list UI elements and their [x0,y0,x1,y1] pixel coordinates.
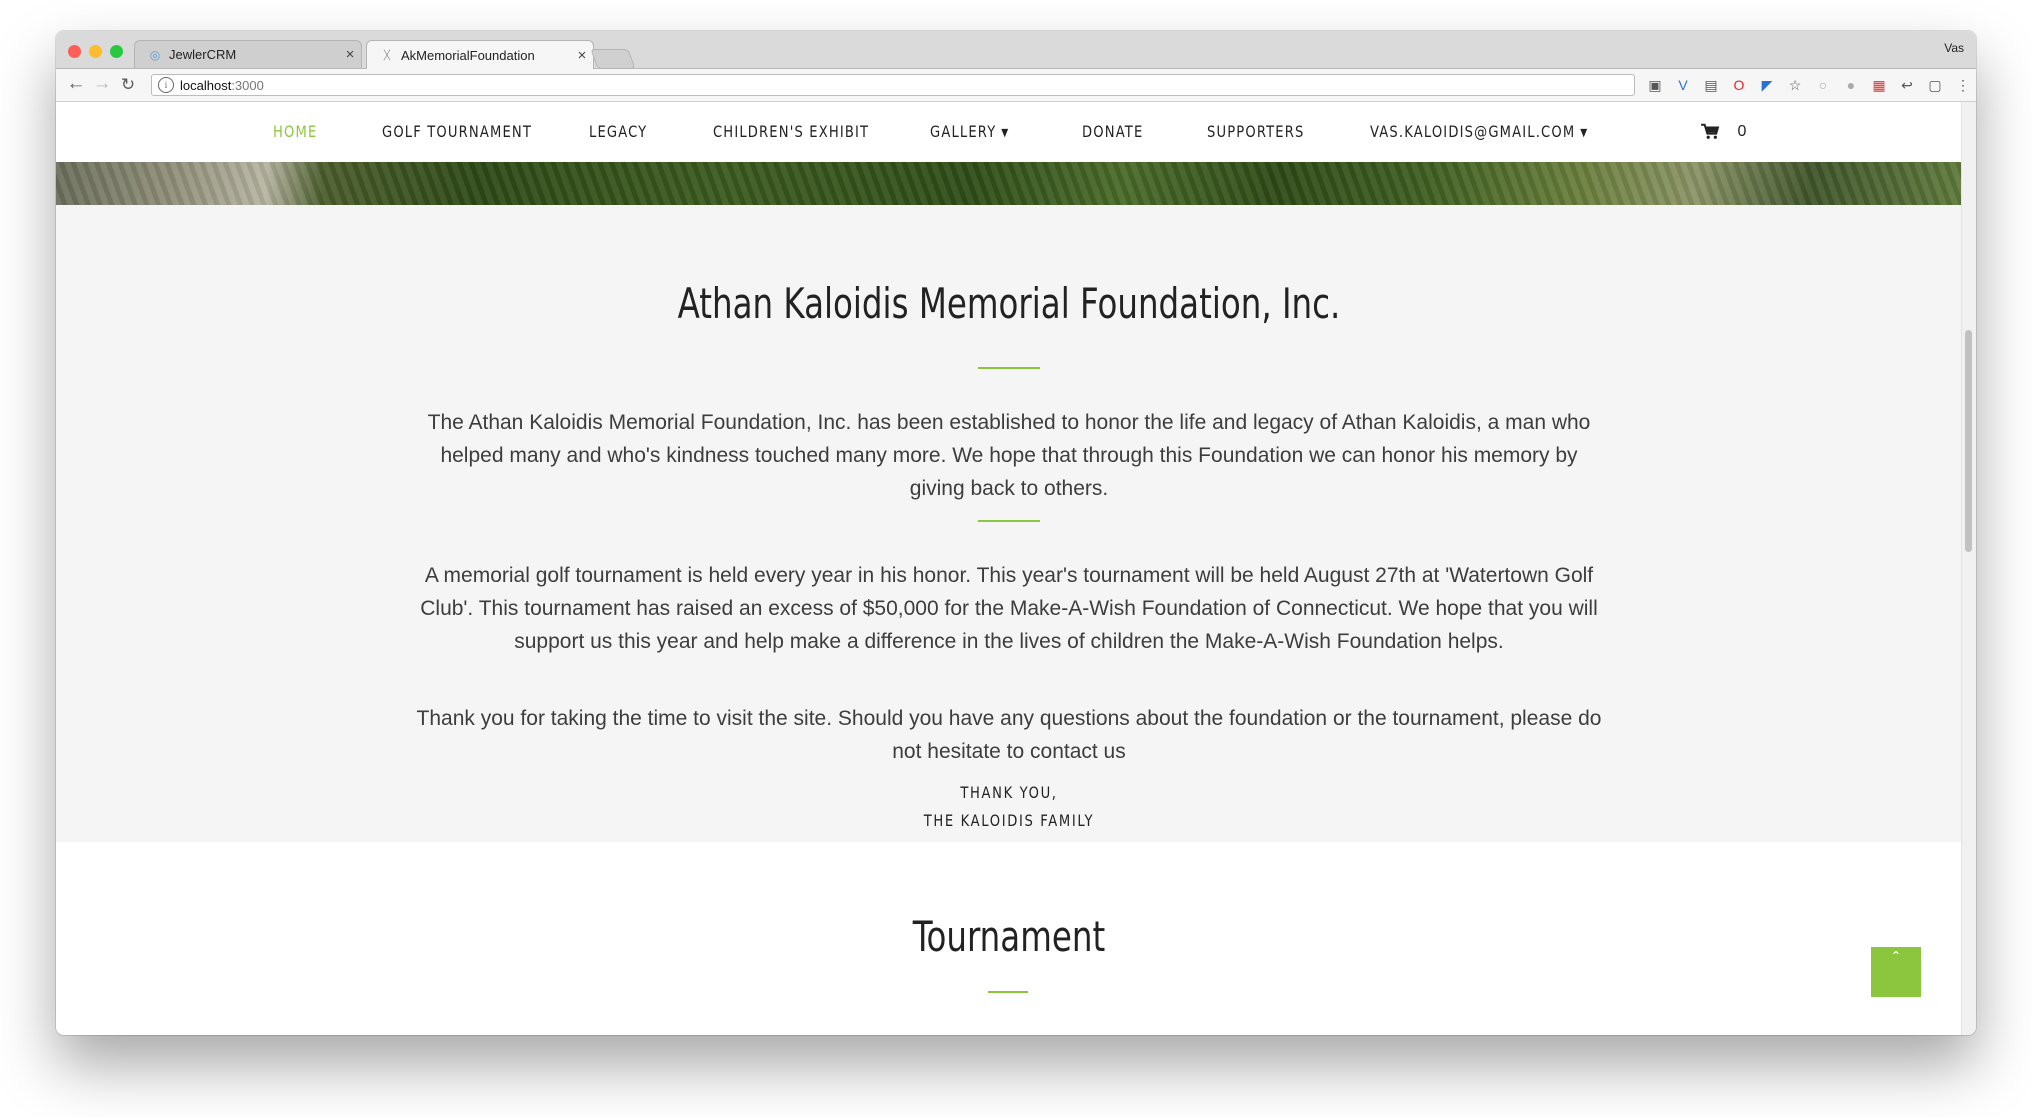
scrollbar-thumb[interactable] [1965,330,1972,552]
title-divider [978,367,1040,369]
nav-supporters[interactable]: SUPPORTERS [1207,102,1304,162]
chevron-up-icon: ˆ [1893,949,1899,969]
nav-donate[interactable]: DONATE [1082,102,1143,162]
cart-count: 0 [1737,123,1747,140]
browser-window: ◎ JewlerCRM × ᚷ AkMemorialFoundation × V… [56,31,1976,1035]
about-paragraph-2: A memorial golf tournament is held every… [420,564,1598,653]
cart-icon [1701,123,1720,139]
browser-toolbar: ← → ↻ i localhost :3000 ▣ V ▤ O ◤ ☆ ○ ● … [56,69,1976,102]
back-to-top-button[interactable]: ˆ [1871,947,1921,997]
window-controls [68,45,123,58]
about-paragraph-3: Thank you for taking the time to visit t… [416,707,1602,763]
vue-devtools-icon[interactable]: V [1674,76,1692,94]
nav-account-email: VAS.KALOIDIS@GMAIL.COM [1370,122,1576,141]
nav-legacy[interactable]: LEGACY [589,102,647,162]
minimize-window-button[interactable] [89,45,102,58]
web-page: HOME GOLF TOURNAMENT LEGACY CHILDREN'S E… [56,102,1962,1035]
paragraph-divider [978,520,1040,522]
section-title: Athan Kaloidis Memorial Foundation, Inc. [677,279,1341,328]
nav-home[interactable]: HOME [273,102,317,162]
address-host: localhost [180,77,232,93]
megaphone-icon[interactable]: ◤ [1758,76,1776,94]
chevron-down-icon: ▼ [1580,126,1589,139]
extension-icon[interactable]: ▣ [1646,76,1664,94]
profile-name[interactable]: Vas [1944,41,1964,55]
close-window-button[interactable] [68,45,81,58]
cart-button[interactable]: 0 [1699,102,1746,162]
about-section: Athan Kaloidis Memorial Foundation, Inc.… [56,205,1962,842]
reload-icon[interactable]: ↻ [116,75,140,95]
nav-golf-tournament[interactable]: GOLF TOURNAMENT [382,102,532,162]
site-navbar: HOME GOLF TOURNAMENT LEGACY CHILDREN'S E… [56,102,1962,162]
hero-image [56,162,1962,205]
reply-icon[interactable]: ↩ [1898,76,1916,94]
tab-title: AkMemorialFoundation [401,47,535,63]
opera-icon[interactable]: O [1730,76,1748,94]
extension-icon[interactable]: ▤ [1702,76,1720,94]
extensions-bar: ▣ V ▤ O ◤ ☆ ○ ● ▦ ↩ ▢ ⋮ [1646,76,1972,94]
about-paragraph-1: The Athan Kaloidis Memorial Foundation, … [427,411,1591,500]
back-arrow-icon[interactable]: ← [64,73,88,95]
info-icon[interactable]: i [158,77,174,93]
nav-account[interactable]: VAS.KALOIDIS@GMAIL.COM ▼ [1370,102,1588,162]
golf-icon: ᚷ [383,48,391,62]
bookmark-star-icon[interactable]: ☆ [1786,76,1804,94]
new-tab-button[interactable] [590,49,636,69]
globe-icon: ◎ [149,47,161,62]
circle-icon[interactable]: ○ [1814,76,1832,94]
menu-icon[interactable]: ⋮ [1954,76,1972,94]
close-tab-button[interactable]: × [571,47,593,64]
tab-akmemorialfoundation[interactable]: ᚷ AkMemorialFoundation × [366,40,594,69]
tournament-title: Tournament [912,912,1106,961]
tournament-divider [988,991,1028,993]
calendar-icon[interactable]: ▦ [1870,76,1888,94]
maximize-window-button[interactable] [110,45,123,58]
extension-icon[interactable]: ▢ [1926,76,1944,94]
signoff-line-1: THANK YOU, [960,783,1058,802]
address-bar[interactable]: i localhost :3000 [151,74,1635,96]
forward-arrow-icon[interactable]: → [90,73,114,95]
nav-childrens-exhibit[interactable]: CHILDREN'S EXHIBIT [713,102,869,162]
close-tab-button[interactable]: × [339,46,361,63]
page-scrollbar[interactable] [1961,102,1976,1035]
signoff-line-2: THE KALOIDIS FAMILY [923,811,1095,830]
tab-jewlercrm[interactable]: ◎ JewlerCRM × [134,40,362,68]
address-port: :3000 [231,77,264,93]
puzzle-icon[interactable]: ● [1842,76,1860,94]
tab-title: JewlerCRM [169,47,237,62]
tab-strip: ◎ JewlerCRM × ᚷ AkMemorialFoundation × V… [56,31,1976,69]
nav-gallery[interactable]: GALLERY ▼ [930,102,1009,162]
chevron-down-icon: ▼ [1001,126,1010,139]
nav-gallery-label: GALLERY [930,122,997,141]
